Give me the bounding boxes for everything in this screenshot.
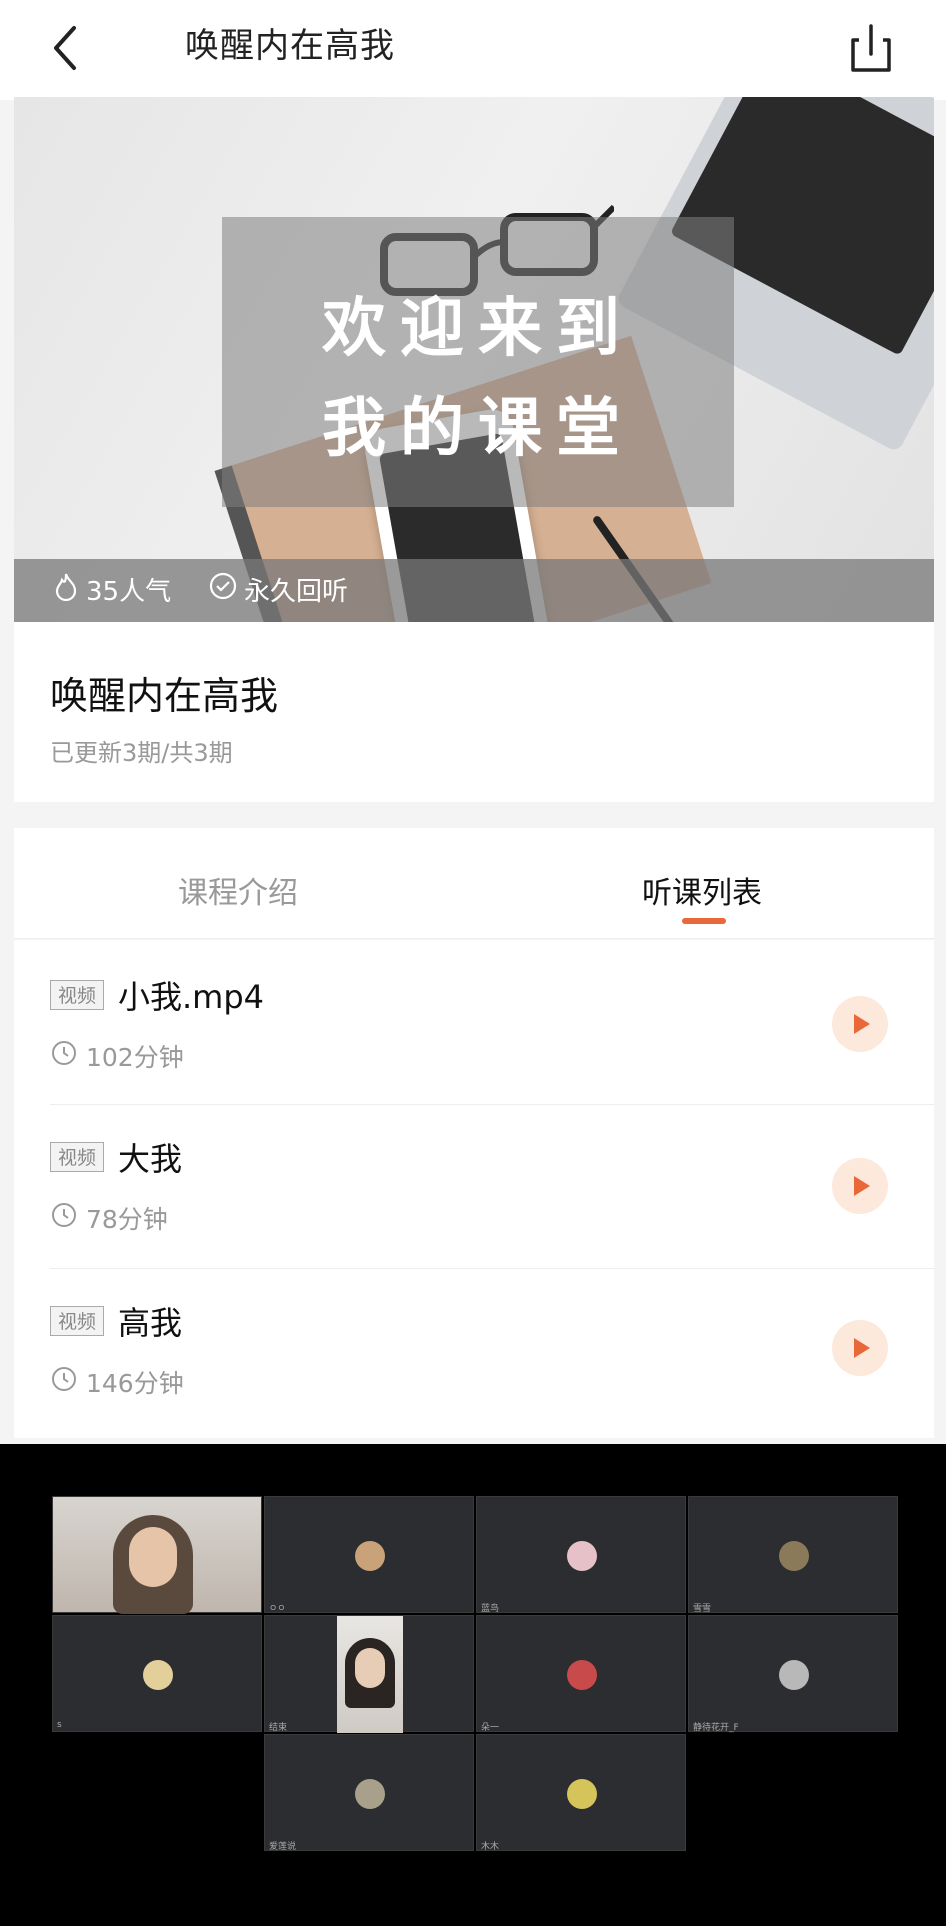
duration-text: 146分钟 xyxy=(86,1369,184,1398)
chevron-left-icon[interactable] xyxy=(40,18,100,78)
participant-tile[interactable]: 爱莲说 xyxy=(264,1734,474,1852)
participant-tile[interactable]: 静待花开_F xyxy=(688,1615,898,1733)
clock-icon xyxy=(50,1201,78,1235)
check-circle-icon xyxy=(208,571,238,608)
top-bar xyxy=(0,0,946,100)
lesson-title: 大我 xyxy=(118,1140,183,1178)
participant-name: 木木 xyxy=(481,1842,500,1852)
participant-name: 朵一 xyxy=(481,1723,500,1733)
participant-video xyxy=(337,1616,403,1733)
lesson-title: 高我 xyxy=(118,1304,183,1342)
lesson-duration: 102分钟 xyxy=(50,1038,184,1074)
video-badge: 视频 xyxy=(50,1306,104,1336)
participant-tile[interactable]: 结束 xyxy=(264,1615,474,1733)
banner-headline-1: 欢迎来到 xyxy=(322,292,634,366)
active-tab-indicator xyxy=(682,918,726,924)
list-item[interactable] xyxy=(14,940,934,1100)
avatar xyxy=(355,1541,385,1571)
list-item[interactable] xyxy=(14,1270,934,1430)
duration-text: 102分钟 xyxy=(86,1043,184,1072)
tab-course-intro[interactable]: 课程介绍 xyxy=(178,868,298,912)
banner-headline-2: 我的课堂 xyxy=(322,392,634,466)
avatar xyxy=(779,1541,809,1571)
participant-tile[interactable]: 蓝鸟 xyxy=(476,1496,686,1614)
popularity-stat: 35人气 xyxy=(52,571,171,608)
participant-name: 爱莲说 xyxy=(269,1842,297,1852)
list-item[interactable] xyxy=(14,1105,934,1265)
participant-tile[interactable]: 朵一 xyxy=(476,1615,686,1733)
lesson-duration: 78分钟 xyxy=(50,1200,168,1236)
participant-face xyxy=(129,1527,177,1587)
avatar xyxy=(779,1660,809,1690)
video-badge: 视频 xyxy=(50,980,104,1010)
participant-face xyxy=(355,1648,385,1688)
avatar xyxy=(567,1541,597,1571)
lesson-duration: 146分钟 xyxy=(50,1364,184,1400)
participant-name: 雪雪 xyxy=(693,1604,712,1614)
page-title: 唤醒内在高我 xyxy=(185,26,395,66)
duration-text: 78分钟 xyxy=(86,1205,168,1234)
avatar xyxy=(355,1779,385,1809)
tab-bar xyxy=(14,828,934,939)
avatar xyxy=(567,1779,597,1809)
play-button[interactable] xyxy=(832,1158,888,1214)
video-badge: 视频 xyxy=(50,1142,104,1172)
participant-name: 蓝鸟 xyxy=(481,1604,500,1614)
course-title: 唤醒内在高我 xyxy=(50,674,279,718)
popularity-text: 35人气 xyxy=(86,577,172,607)
play-button[interactable] xyxy=(832,1320,888,1376)
avatar xyxy=(143,1660,173,1690)
participant-name: 静待花开_F xyxy=(693,1723,739,1733)
clock-icon xyxy=(50,1039,78,1073)
flame-icon xyxy=(52,571,80,608)
participant-name: 结束 xyxy=(269,1723,288,1733)
replay-text: 永久回听 xyxy=(244,577,349,607)
course-episode-count: 已更新3期/共3期 xyxy=(50,739,233,767)
tab-lesson-list[interactable]: 听课列表 xyxy=(642,868,762,912)
course-banner: 欢迎来到 我的课堂 35人气 永久回听 xyxy=(14,97,934,622)
participant-tile[interactable]: 雪雪 xyxy=(688,1496,898,1614)
clock-icon xyxy=(50,1365,78,1399)
participant-name: ㅇㅇ xyxy=(269,1604,286,1614)
replay-stat: 永久回听 xyxy=(208,571,348,608)
participant-tile[interactable] xyxy=(52,1496,262,1614)
participant-name: s xyxy=(57,1720,62,1730)
participant-tile[interactable]: ㅇㅇ xyxy=(264,1496,474,1614)
share-icon[interactable] xyxy=(845,18,897,78)
participant-tile[interactable]: 木木 xyxy=(476,1734,686,1852)
divider xyxy=(50,1268,934,1269)
participant-tile[interactable]: s xyxy=(52,1615,262,1732)
play-button[interactable] xyxy=(832,996,888,1052)
lesson-title: 小我.mp4 xyxy=(118,978,265,1016)
avatar xyxy=(567,1660,597,1690)
